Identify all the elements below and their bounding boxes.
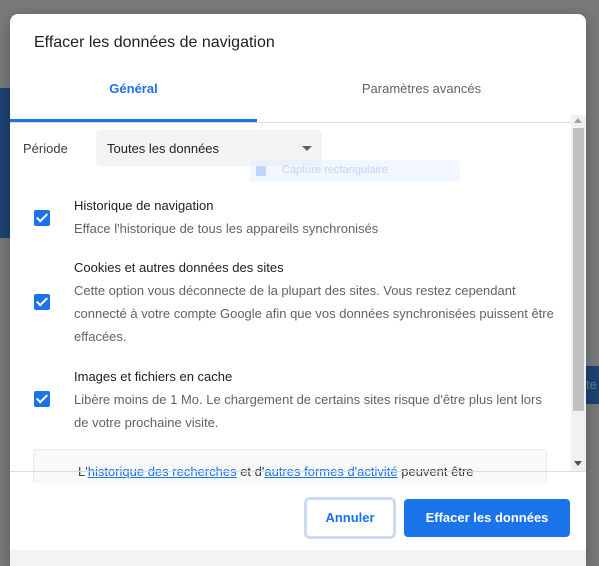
option-browsing-history: Historique de navigation Efface l'histor… [10,193,570,243]
cookies-checkbox[interactable] [34,294,50,310]
tab-bar: Général Paramètres avancés [10,74,586,123]
period-select-value: Toutes les données [107,141,220,156]
chevron-down-icon [302,146,312,151]
scroll-up-arrow-icon[interactable] [574,118,582,123]
option-title: Images et fichiers en cache [74,369,233,384]
background-tooltip-text: Capture rectangulaire [282,164,388,176]
scroll-down-arrow-icon[interactable] [574,461,582,466]
clear-data-button[interactable]: Effacer les données [404,499,570,537]
tab-general[interactable]: Général [10,74,257,122]
background-tooltip: Capture rectangulaire [250,160,460,182]
option-cookies: Cookies et autres données des sites Cett… [10,257,570,347]
cancel-button[interactable]: Annuler [306,499,394,537]
option-title: Historique de navigation [74,198,214,213]
option-description: Efface l'historique de tous les appareil… [74,221,379,236]
activity-notice: L'historique des recherches et d'autres … [33,449,547,483]
browsing-history-checkbox[interactable] [34,210,50,226]
option-description: Cette option vous déconnecte de la plupa… [74,283,554,344]
option-cached-images: Images et fichiers en cache Libère moins… [10,367,570,437]
dialog-bottom-strip [10,550,586,566]
footer-divider [10,471,586,472]
period-label: Période [23,141,68,156]
capture-icon [256,166,266,176]
tab-selection-indicator [10,119,257,122]
content-scrollbar[interactable] [571,115,586,471]
scrollbar-thumb[interactable] [573,128,584,411]
clear-browsing-data-dialog: Effacer les données de navigation Généra… [10,14,586,566]
dialog-title: Effacer les données de navigation [34,34,275,51]
dialog-content: Période Toutes les données Capture recta… [10,123,586,483]
cached-images-checkbox[interactable] [34,391,50,407]
option-description: Libère moins de 1 Mo. Le chargement de c… [74,392,542,430]
tab-advanced-settings[interactable]: Paramètres avancés [257,74,586,122]
option-title: Cookies et autres données des sites [74,260,284,275]
